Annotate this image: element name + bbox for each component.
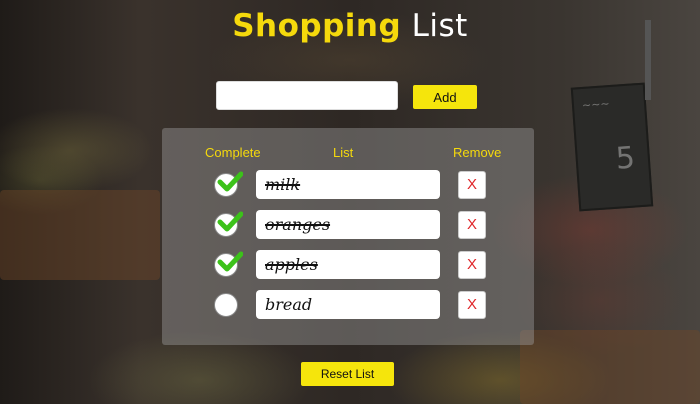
list-item-text[interactable]: oranges	[256, 210, 440, 239]
page-title: Shopping List	[0, 8, 700, 44]
checkmark-icon	[217, 171, 243, 192]
complete-checkbox[interactable]	[214, 171, 243, 197]
list-item-text[interactable]: apples	[256, 250, 440, 279]
list-item-text[interactable]: milk	[256, 170, 440, 199]
list-row: apples X	[0, 250, 700, 280]
list-row: oranges X	[0, 210, 700, 240]
remove-button[interactable]: X	[458, 291, 486, 319]
add-button[interactable]: Add	[413, 85, 477, 109]
complete-checkbox[interactable]	[214, 211, 243, 237]
remove-button[interactable]: X	[458, 171, 486, 199]
reset-list-button[interactable]: Reset List	[301, 362, 394, 386]
checkmark-icon	[217, 251, 243, 272]
list-row: bread X	[0, 290, 700, 320]
new-item-input[interactable]	[216, 81, 398, 110]
remove-button[interactable]: X	[458, 251, 486, 279]
list-item-text[interactable]: bread	[256, 290, 440, 319]
title-word-shopping: Shopping	[232, 8, 402, 44]
column-header-complete: Complete	[205, 145, 261, 160]
list-row: milk X	[0, 170, 700, 200]
complete-checkbox[interactable]	[214, 251, 243, 277]
title-word-list: List	[411, 8, 468, 44]
remove-button[interactable]: X	[458, 211, 486, 239]
complete-checkbox[interactable]	[214, 293, 238, 317]
column-header-remove: Remove	[453, 145, 502, 160]
checkmark-icon	[217, 211, 243, 232]
column-header-list: List	[333, 145, 354, 160]
